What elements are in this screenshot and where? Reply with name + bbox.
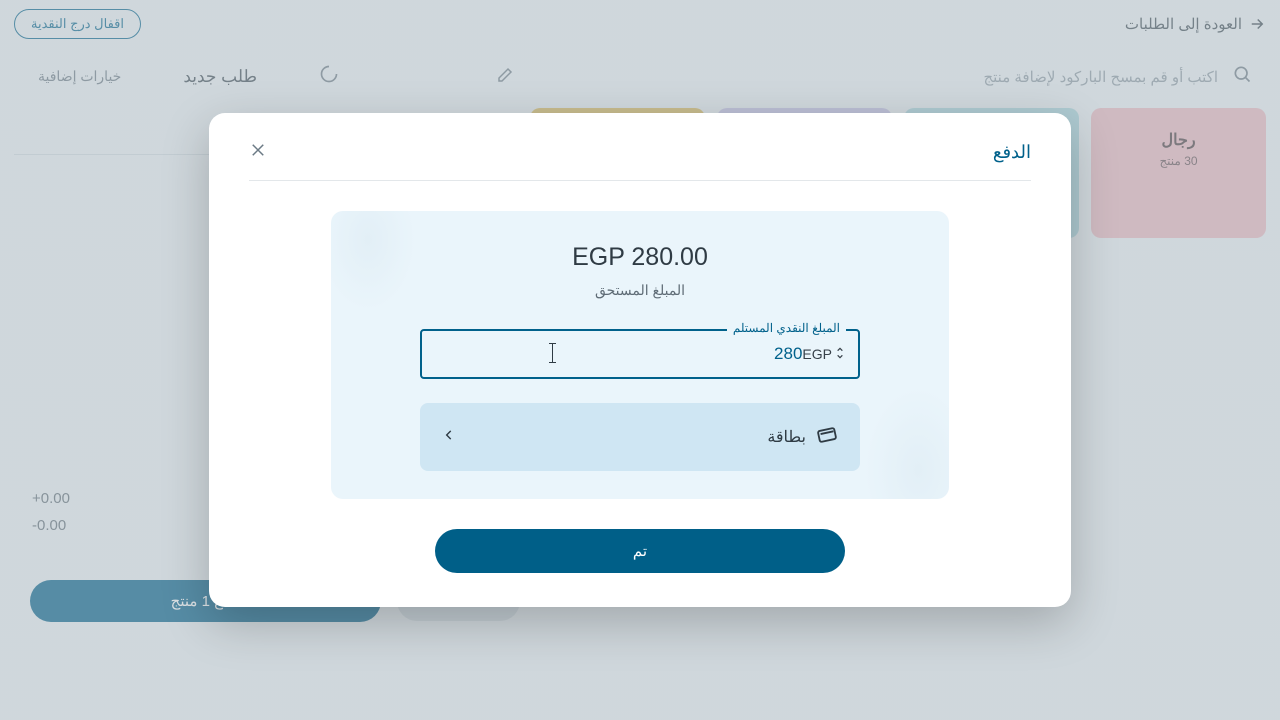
card-icon [816,424,838,451]
cash-field-label: المبلغ النقدي المستلم [727,321,846,335]
modal-header: الدفع [249,141,1031,181]
cash-currency-selector[interactable]: EGP [802,346,844,363]
chevron-updown-icon [836,346,844,363]
text-cursor-icon [552,343,553,363]
chevron-left-icon [442,428,456,447]
due-label: المبلغ المستحق [351,282,929,299]
cash-input[interactable] [436,344,802,364]
card-label: بطاقة [767,427,806,447]
modal-title: الدفع [993,142,1031,163]
cash-field: المبلغ النقدي المستلم EGP [420,329,860,379]
close-icon[interactable] [249,141,267,164]
cash-currency-label: EGP [802,346,832,362]
done-button[interactable]: تم [435,529,845,573]
cash-input-wrap[interactable]: EGP [420,329,860,379]
payment-modal: الدفع EGP 280.00 المبلغ المستحق المبلغ ا… [209,113,1071,607]
due-amount: EGP 280.00 [351,243,929,272]
pay-by-card-row[interactable]: بطاقة [420,403,860,471]
due-card: EGP 280.00 المبلغ المستحق المبلغ النقدي … [331,211,949,499]
